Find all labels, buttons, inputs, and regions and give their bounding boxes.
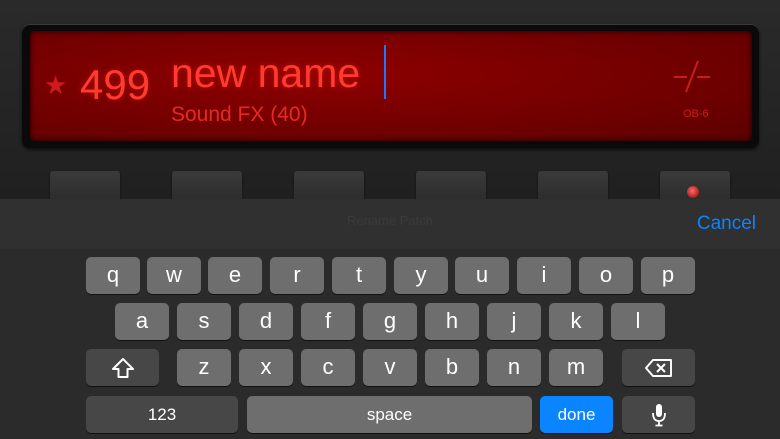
key-v[interactable]: v <box>363 349 417 386</box>
key-n[interactable]: n <box>487 349 541 386</box>
keyboard-header: Rename Patch Cancel <box>0 199 780 249</box>
key-l[interactable]: l <box>611 303 665 340</box>
dictation-key[interactable] <box>622 396 695 433</box>
synth-button-1[interactable] <box>50 171 120 201</box>
key-h[interactable]: h <box>425 303 479 340</box>
key-p[interactable]: p <box>641 257 695 294</box>
star-icon[interactable]: ★ <box>44 72 67 98</box>
shift-icon <box>111 357 134 378</box>
key-b[interactable]: b <box>425 349 479 386</box>
key-c[interactable]: c <box>301 349 355 386</box>
synth-button-4[interactable] <box>416 171 486 201</box>
synth-button-3[interactable] <box>294 171 364 201</box>
key-u[interactable]: u <box>455 257 509 294</box>
key-d[interactable]: d <box>239 303 293 340</box>
key-e[interactable]: e <box>208 257 262 294</box>
key-o[interactable]: o <box>579 257 633 294</box>
slash-icon <box>674 60 710 93</box>
synth-button-6[interactable] <box>660 171 730 201</box>
key-g[interactable]: g <box>363 303 417 340</box>
patch-number: 499 <box>80 61 151 108</box>
space-key[interactable]: space <box>247 396 532 433</box>
shift-key[interactable] <box>86 349 159 386</box>
key-k[interactable]: k <box>549 303 603 340</box>
text-cursor <box>384 45 386 99</box>
on-screen-keyboard: Rename Patch Cancel q w e r t y u i o p … <box>0 199 780 439</box>
key-w[interactable]: w <box>147 257 201 294</box>
led-indicator <box>687 186 699 198</box>
patch-name-field[interactable]: new name <box>171 50 360 96</box>
synth-button-5[interactable] <box>538 171 608 201</box>
key-q[interactable]: q <box>86 257 140 294</box>
key-t[interactable]: t <box>332 257 386 294</box>
key-s[interactable]: s <box>177 303 231 340</box>
backspace-key[interactable] <box>622 349 695 386</box>
key-i[interactable]: i <box>517 257 571 294</box>
backspace-icon <box>644 358 672 377</box>
cancel-button[interactable]: Cancel <box>697 213 756 235</box>
key-r[interactable]: r <box>270 257 324 294</box>
key-z[interactable]: z <box>177 349 231 386</box>
key-x[interactable]: x <box>239 349 293 386</box>
patch-category: Sound FX (40) <box>171 103 308 126</box>
key-a[interactable]: a <box>115 303 169 340</box>
microphone-icon <box>651 403 666 426</box>
model-label: OB-6 <box>683 108 709 120</box>
numbers-key[interactable]: 123 <box>86 396 238 433</box>
done-key[interactable]: done <box>540 396 613 433</box>
key-f[interactable]: f <box>301 303 355 340</box>
key-j[interactable]: j <box>487 303 541 340</box>
key-y[interactable]: y <box>394 257 448 294</box>
key-m[interactable]: m <box>549 349 603 386</box>
synth-button-2[interactable] <box>172 171 242 201</box>
keyboard-hint: Rename Patch <box>347 213 433 228</box>
